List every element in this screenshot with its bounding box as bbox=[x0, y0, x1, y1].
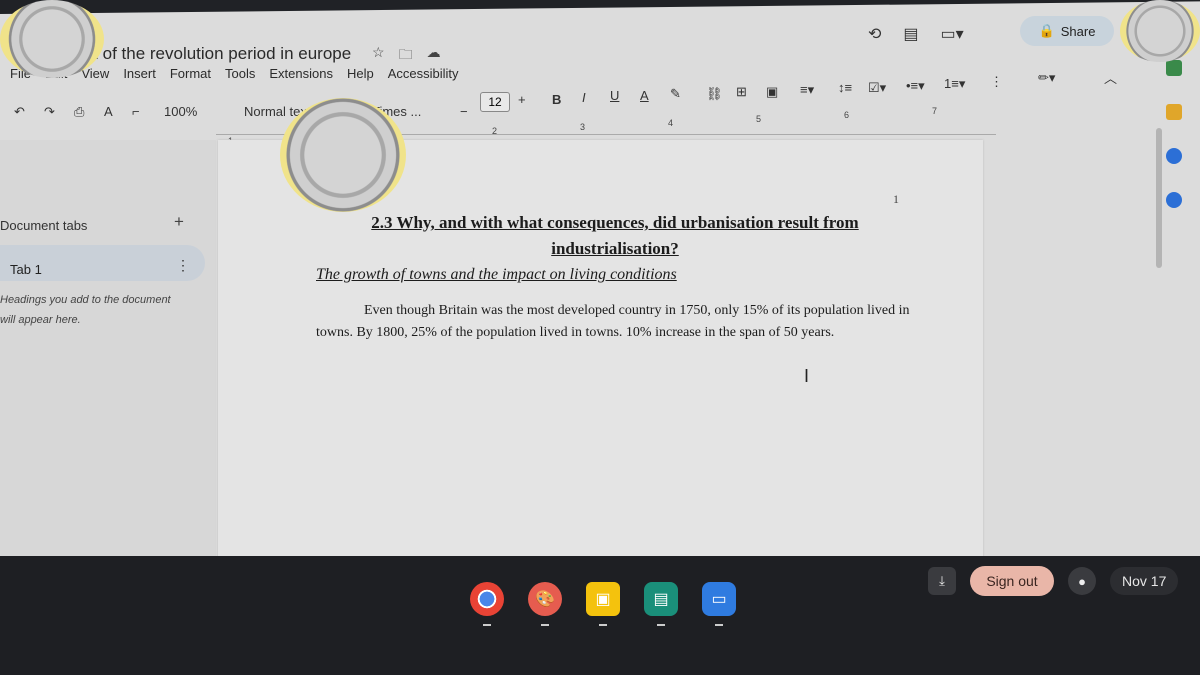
more-options-icon[interactable]: ⋮ bbox=[990, 74, 1003, 90]
tray-status-icon[interactable]: ● bbox=[1068, 567, 1096, 595]
move-folder-icon[interactable]: 🗀 bbox=[399, 44, 413, 68]
history-icon[interactable]: ⟲ bbox=[868, 24, 881, 44]
highlight-icon[interactable]: ✎ bbox=[670, 86, 681, 102]
vertical-scrollbar[interactable] bbox=[1156, 128, 1162, 268]
menu-format[interactable]: Format bbox=[170, 66, 211, 81]
top-right-controls: ⟲ ▤ ▭▾ bbox=[868, 24, 964, 44]
document-body-text[interactable]: Even though Britain was the most develop… bbox=[316, 300, 916, 344]
files-icon[interactable]: ▭ bbox=[702, 582, 736, 626]
page-number: 1 bbox=[893, 192, 899, 206]
tasks-icon[interactable] bbox=[1166, 148, 1182, 164]
font-size-field[interactable]: 12 bbox=[480, 92, 510, 112]
bold-icon[interactable]: B bbox=[552, 92, 561, 107]
line-spacing-icon[interactable]: ↕≡ bbox=[838, 80, 852, 95]
numbered-list-icon[interactable]: 1≡▾ bbox=[944, 76, 965, 92]
sticker-image bbox=[0, 0, 104, 78]
tab-label[interactable]: Tab 1 bbox=[10, 262, 42, 277]
increase-font-icon[interactable]: + bbox=[518, 92, 526, 107]
ruler-number: 4 bbox=[668, 118, 674, 128]
app-dock: 🎨 ▣ ▤ ▭ bbox=[470, 582, 736, 626]
ruler-number: 7 bbox=[932, 106, 938, 116]
ruler-number: 5 bbox=[756, 114, 762, 124]
star-icon[interactable]: ☆ bbox=[372, 44, 385, 68]
document-tabs-header: Document tabs bbox=[0, 218, 88, 233]
tab-more-icon[interactable]: ⋮ bbox=[176, 257, 190, 274]
edit-mode-icon[interactable]: ✏▾ bbox=[1038, 70, 1055, 86]
sign-out-button[interactable]: Sign out bbox=[970, 566, 1054, 596]
spellcheck-icon[interactable]: A bbox=[104, 104, 113, 119]
zoom-select[interactable]: 100% bbox=[164, 104, 197, 119]
checklist-icon[interactable]: ☑▾ bbox=[868, 80, 886, 96]
text-cursor: I bbox=[804, 366, 810, 386]
text-color-icon[interactable]: A bbox=[640, 88, 649, 103]
calendar-icon[interactable] bbox=[1166, 60, 1182, 76]
date-display[interactable]: Nov 17 bbox=[1110, 567, 1179, 595]
menu-tools[interactable]: Tools bbox=[225, 66, 255, 81]
align-icon[interactable]: ≡▾ bbox=[800, 82, 814, 98]
classroom-icon[interactable]: ▣ bbox=[586, 582, 620, 626]
sidebar-hint: Headings you add to the document will ap… bbox=[0, 294, 171, 326]
sticker-image bbox=[280, 98, 406, 212]
underline-icon[interactable]: U bbox=[610, 88, 619, 103]
ruler-number: 3 bbox=[580, 122, 586, 132]
holding-space-icon[interactable]: ⤓ bbox=[928, 567, 956, 595]
collapse-menu-icon[interactable]: ︿ bbox=[1104, 68, 1117, 87]
side-panel-icons bbox=[1166, 60, 1182, 208]
bulleted-list-icon[interactable]: •≡▾ bbox=[906, 78, 925, 94]
paint-format-icon[interactable]: ⌐ bbox=[132, 104, 140, 119]
document-heading[interactable]: 2.3 Why, and with what consequences, did… bbox=[340, 210, 890, 262]
keep-icon[interactable] bbox=[1166, 104, 1182, 120]
cloud-status-icon[interactable]: ☁ bbox=[427, 44, 441, 68]
redo-icon[interactable]: ↷ bbox=[44, 104, 55, 120]
slides-icon[interactable]: ▤ bbox=[644, 582, 678, 626]
comments-icon[interactable]: ▤ bbox=[903, 24, 918, 44]
italic-icon[interactable]: I bbox=[582, 90, 586, 105]
menu-accessibility[interactable]: Accessibility bbox=[388, 66, 459, 81]
ruler-number: 6 bbox=[844, 110, 850, 120]
sticker-image bbox=[1120, 0, 1200, 62]
menu-insert[interactable]: Insert bbox=[123, 66, 156, 81]
ruler-number: 2 bbox=[492, 126, 498, 136]
lock-icon: 🔒 bbox=[1038, 23, 1055, 38]
print-icon[interactable]: ⎙ bbox=[74, 104, 84, 120]
decrease-font-icon[interactable]: − bbox=[460, 104, 468, 119]
document-subheading[interactable]: The growth of towns and the impact on li… bbox=[316, 266, 677, 284]
insert-comment-icon[interactable]: ⊞ bbox=[736, 84, 747, 100]
insert-image-icon[interactable]: ▣ bbox=[766, 84, 778, 100]
contacts-icon[interactable] bbox=[1166, 192, 1182, 208]
menu-help[interactable]: Help bbox=[347, 66, 374, 81]
share-label: Share bbox=[1060, 23, 1096, 39]
chrome-icon[interactable] bbox=[470, 582, 504, 626]
title-icons: ☆ 🗀 ☁ bbox=[372, 44, 441, 68]
document-outline-sidebar bbox=[0, 140, 216, 570]
undo-icon[interactable]: ↶ bbox=[14, 104, 25, 120]
system-tray: ⤓ Sign out ● Nov 17 bbox=[928, 566, 1179, 596]
share-button[interactable]: 🔒 Share bbox=[1020, 16, 1114, 46]
add-tab-icon[interactable]: + bbox=[174, 212, 184, 232]
link-icon[interactable]: ⛓ bbox=[706, 86, 723, 102]
meet-icon[interactable]: ▭▾ bbox=[941, 24, 964, 44]
canvas-icon[interactable]: 🎨 bbox=[528, 582, 562, 626]
menu-extensions[interactable]: Extensions bbox=[269, 66, 333, 81]
